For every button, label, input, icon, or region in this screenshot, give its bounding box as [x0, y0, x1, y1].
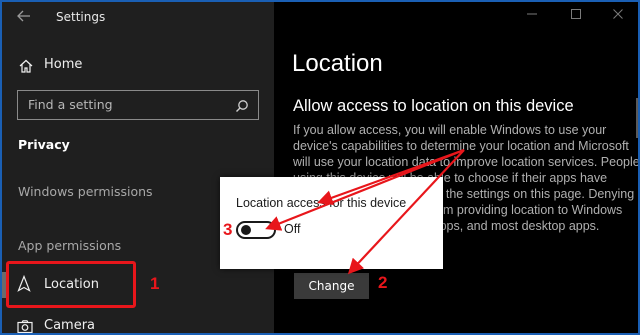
- sidebar-item-camera[interactable]: Camera: [2, 310, 274, 333]
- screenshot-frame: Settings Home Find a setting Privacy Win…: [0, 0, 640, 335]
- sidebar-item-label: Home: [44, 57, 83, 72]
- titlebar: Settings: [2, 2, 274, 34]
- callout-number-3: 3: [223, 220, 233, 239]
- description-line: If you allow access, you will enable Win…: [293, 123, 607, 137]
- annotation-highlight-location: [6, 261, 136, 308]
- search-icon: [235, 98, 249, 112]
- category-heading: Privacy: [18, 137, 70, 152]
- app-title: Settings: [56, 10, 106, 24]
- toggle-state-label: Off: [284, 222, 301, 236]
- window-controls: [490, 6, 630, 28]
- scrollbar[interactable]: [636, 98, 638, 138]
- camera-icon: [17, 318, 33, 333]
- close-icon[interactable]: [608, 6, 628, 26]
- main-content: Location Allow access to location on thi…: [274, 2, 640, 333]
- sidebar-item-label: Camera: [44, 318, 96, 333]
- home-icon: [18, 58, 34, 74]
- back-arrow-icon[interactable]: [16, 8, 32, 26]
- popup-title: Location access for this device: [236, 196, 407, 210]
- search-placeholder: Find a setting: [28, 97, 113, 112]
- section-app-permissions: App permissions: [18, 238, 122, 253]
- minimize-icon[interactable]: [522, 6, 542, 26]
- change-button[interactable]: Change: [294, 273, 369, 299]
- description-line: will use your location data to improve l…: [293, 155, 640, 169]
- sidebar-item-home[interactable]: Home: [2, 52, 274, 80]
- toggle-knob: [241, 225, 251, 235]
- page-title: Location: [292, 50, 383, 77]
- location-access-popup: Location access for this device Off: [220, 177, 443, 269]
- section-heading: Allow access to location on this device: [293, 97, 574, 115]
- callout-number-1: 1: [150, 274, 160, 293]
- callout-number-2: 2: [378, 273, 388, 292]
- description-line: device's capabilities to determine your …: [293, 139, 629, 153]
- search-input[interactable]: Find a setting: [17, 90, 259, 120]
- location-access-toggle[interactable]: [236, 221, 276, 239]
- section-windows-permissions: Windows permissions: [18, 184, 153, 199]
- maximize-icon[interactable]: [566, 6, 586, 26]
